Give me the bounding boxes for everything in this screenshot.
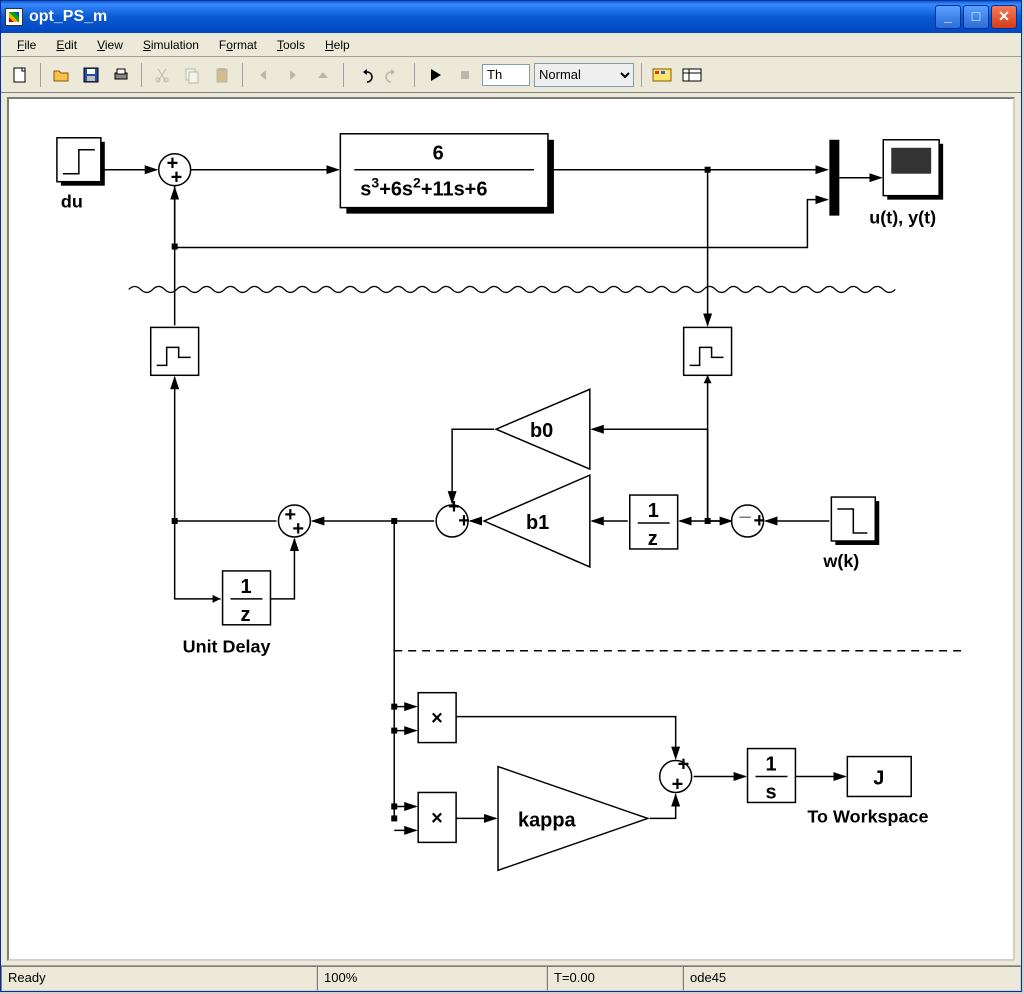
wire-sumstate-zoh bbox=[175, 377, 277, 521]
menu-format[interactable]: Format bbox=[209, 35, 267, 55]
block-sum-state[interactable]: + + bbox=[278, 504, 310, 540]
scope-label: u(t), y(t) bbox=[869, 208, 936, 228]
menu-edit[interactable]: Edit bbox=[46, 35, 87, 55]
divider-1 bbox=[129, 286, 895, 292]
menubar: File Edit View Simulation Format Tools H… bbox=[1, 33, 1021, 57]
model-explorer-icon[interactable] bbox=[679, 62, 705, 88]
svg-text:b0: b0 bbox=[530, 420, 553, 442]
wire-b0-sumb bbox=[452, 429, 494, 503]
wire-zoh-error bbox=[708, 375, 732, 521]
svg-text:b1: b1 bbox=[526, 512, 549, 534]
mode-select[interactable]: Normal bbox=[534, 63, 634, 87]
undo-icon[interactable] bbox=[351, 62, 377, 88]
svg-text:×: × bbox=[431, 807, 443, 829]
status-zoom: 100% bbox=[317, 966, 547, 991]
du-label: du bbox=[61, 192, 83, 212]
block-delay-right[interactable]: 1 z bbox=[630, 495, 678, 550]
menu-simulation[interactable]: Simulation bbox=[133, 35, 209, 55]
unit-delay-label: Unit Delay bbox=[183, 637, 271, 657]
diagram-svg: .wire { stroke:#000; stroke-width:1.5; f… bbox=[9, 99, 1013, 959]
stoptime-input[interactable] bbox=[482, 64, 530, 86]
paste-icon[interactable] bbox=[209, 62, 235, 88]
status-solver: ode45 bbox=[683, 966, 1021, 991]
svg-text:kappa: kappa bbox=[518, 809, 577, 831]
maximize-button[interactable]: □ bbox=[963, 5, 989, 29]
svg-text:+: + bbox=[672, 773, 684, 795]
menu-tools[interactable]: Tools bbox=[267, 35, 315, 55]
block-step-wk[interactable] bbox=[831, 497, 879, 545]
to-workspace-label: To Workspace bbox=[807, 806, 928, 826]
statusbar: Ready 100% T=0.00 ode45 bbox=[1, 965, 1021, 991]
svg-text:+: + bbox=[292, 518, 304, 540]
library-icon[interactable] bbox=[649, 62, 675, 88]
toolbar: Normal bbox=[1, 57, 1021, 93]
block-scope[interactable] bbox=[883, 140, 943, 200]
block-step-du[interactable] bbox=[57, 138, 105, 186]
svg-text:z: z bbox=[648, 528, 658, 550]
redo-icon[interactable] bbox=[381, 62, 407, 88]
status-time: T=0.00 bbox=[547, 966, 683, 991]
block-gain-b0[interactable]: b0 bbox=[496, 389, 590, 469]
forward-icon[interactable] bbox=[280, 62, 306, 88]
open-icon[interactable] bbox=[48, 62, 74, 88]
block-product-bottom[interactable]: × bbox=[418, 792, 456, 842]
svg-text:_: _ bbox=[739, 498, 752, 520]
print-icon[interactable] bbox=[108, 62, 134, 88]
wire-kappa-sumj bbox=[650, 794, 676, 818]
app-window: opt_PS_m _ □ ✕ File Edit View Simulation… bbox=[0, 0, 1022, 992]
svg-text:×: × bbox=[431, 708, 443, 730]
minimize-button[interactable]: _ bbox=[935, 5, 961, 29]
wire-unitdelay-sumstate bbox=[270, 539, 294, 599]
block-sum-j[interactable]: + + bbox=[660, 754, 692, 796]
block-integrator[interactable]: 1 s bbox=[748, 749, 796, 804]
model-canvas[interactable]: .wire { stroke:#000; stroke-width:1.5; f… bbox=[7, 97, 1015, 961]
copy-icon[interactable] bbox=[179, 62, 205, 88]
app-icon bbox=[5, 8, 23, 26]
block-product-top[interactable]: × bbox=[418, 693, 456, 743]
svg-text:s3+6s2+11s+6: s3+6s2+11s+6 bbox=[360, 175, 487, 201]
block-unit-delay[interactable]: 1 z bbox=[223, 571, 271, 626]
block-sum-b[interactable]: + + bbox=[436, 496, 470, 537]
block-gain-kappa[interactable]: kappa bbox=[498, 767, 648, 871]
svg-text:1: 1 bbox=[648, 500, 659, 522]
stop-icon[interactable] bbox=[452, 62, 478, 88]
svg-text:6: 6 bbox=[433, 143, 444, 165]
menu-view[interactable]: View bbox=[87, 35, 133, 55]
close-button[interactable]: ✕ bbox=[991, 5, 1017, 29]
block-to-workspace[interactable]: J bbox=[847, 757, 911, 797]
up-icon[interactable] bbox=[310, 62, 336, 88]
block-sum1[interactable]: + + bbox=[159, 153, 191, 189]
svg-text:+: + bbox=[171, 167, 183, 189]
svg-text:J: J bbox=[873, 767, 884, 789]
titlebar: opt_PS_m _ □ ✕ bbox=[1, 1, 1021, 33]
menu-file[interactable]: File bbox=[7, 35, 46, 55]
wk-label: w(k) bbox=[822, 551, 859, 571]
status-ready: Ready bbox=[1, 966, 317, 991]
svg-text:z: z bbox=[241, 604, 251, 626]
block-mux[interactable] bbox=[829, 140, 839, 216]
svg-text:1: 1 bbox=[765, 754, 776, 776]
save-icon[interactable] bbox=[78, 62, 104, 88]
block-gain-b1[interactable]: b1 bbox=[484, 475, 590, 567]
svg-text:+: + bbox=[458, 510, 470, 532]
cut-icon[interactable] bbox=[149, 62, 175, 88]
back-icon[interactable] bbox=[250, 62, 276, 88]
svg-text:1: 1 bbox=[241, 576, 252, 598]
svg-text:+: + bbox=[754, 510, 766, 532]
new-icon[interactable] bbox=[7, 62, 33, 88]
play-icon[interactable] bbox=[422, 62, 448, 88]
window-title: opt_PS_m bbox=[29, 8, 107, 26]
block-sum-error[interactable]: _ + bbox=[732, 498, 766, 537]
block-transfer-fcn[interactable]: 6 s3+6s2+11s+6 bbox=[340, 134, 554, 214]
window-controls: _ □ ✕ bbox=[935, 5, 1017, 29]
svg-text:s: s bbox=[765, 781, 776, 803]
wire-sq-sumj bbox=[456, 717, 676, 759]
block-zoh-left[interactable] bbox=[151, 327, 199, 375]
svg-text:+: + bbox=[678, 754, 690, 776]
block-zoh-right[interactable] bbox=[684, 327, 732, 375]
menu-help[interactable]: Help bbox=[315, 35, 360, 55]
